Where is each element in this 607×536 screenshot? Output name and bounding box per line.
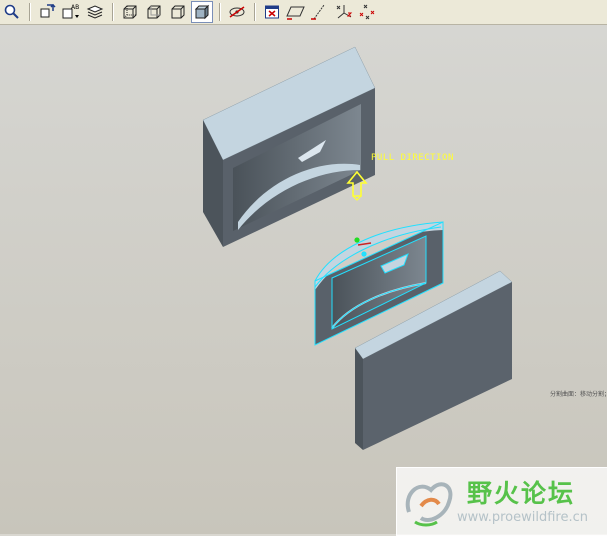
spin-center-icon[interactable] [226,1,248,23]
coordinate-systems-icon[interactable] [333,1,355,23]
named-view-icon[interactable]: AB [60,1,82,23]
watermark-url: www.proewildfire.cn [457,510,588,525]
layers-icon[interactable] [84,1,106,23]
shading-icon[interactable] [191,1,213,23]
toolbar-separator [219,3,220,21]
pull-direction-label: PULL DIRECTION [371,153,454,163]
reorient-icon[interactable] [36,1,58,23]
forum-logo-icon [405,482,453,527]
toolbar-separator [29,3,30,21]
forum-watermark: 野火论坛 www.proewildfire.cn [396,467,607,536]
lower-plate-side-face [355,348,363,450]
datum-planes-icon[interactable] [285,1,307,23]
drag-handle-cyan[interactable] [361,251,367,257]
graphics-window[interactable]: PULL DIRECTION 分割曲面：移动分割；+ [0,25,607,534]
model-canvas[interactable] [0,25,607,534]
zoom-icon[interactable] [1,1,23,23]
datum-axes-icon[interactable] [309,1,331,23]
drag-handle-green[interactable] [354,237,360,243]
hidden-line-icon[interactable] [143,1,165,23]
status-note: 分割曲面：移动分割；+ [550,391,607,398]
no-hidden-icon[interactable] [167,1,189,23]
toolbar-separator [112,3,113,21]
close-window-icon[interactable] [261,1,283,23]
toolbar-separator [254,3,255,21]
points-icon[interactable] [357,1,379,23]
watermark-title: 野火论坛 [467,479,576,508]
wireframe-icon[interactable] [119,1,141,23]
main-toolbar: AB [0,0,607,25]
named-view-label: AB [71,4,79,11]
